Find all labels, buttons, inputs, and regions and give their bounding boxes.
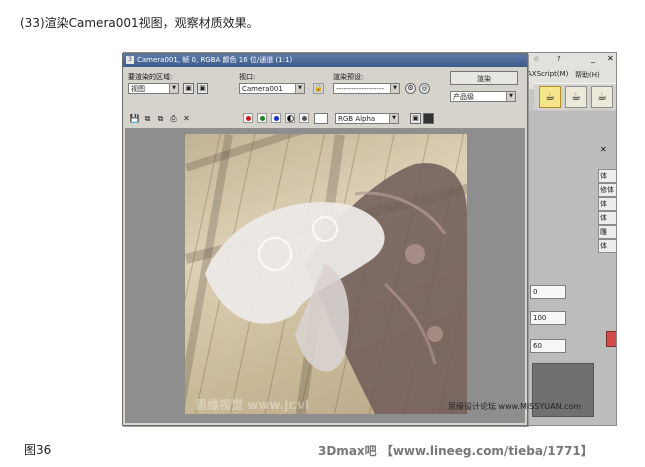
- credit-line: 3Dmax吧 【www.lineeg.com/tieba/1771】: [318, 444, 593, 458]
- minimize-icon[interactable]: _: [591, 54, 595, 63]
- menu-item-star[interactable]: ☆: [533, 55, 539, 63]
- chevron-down-icon: ▼: [295, 84, 304, 93]
- render-preset-dropdown[interactable]: ------------------- ▼: [333, 83, 400, 94]
- viewport-dropdown[interactable]: Camera001 ▼: [239, 83, 305, 94]
- green-channel-toggle[interactable]: [257, 113, 267, 123]
- faded-watermark: 思缘视觉 www.jr.vl: [195, 398, 310, 412]
- alpha-channel-icon: [287, 115, 294, 122]
- environment-icon[interactable]: ◎: [419, 83, 430, 94]
- render-area-dropdown[interactable]: 视图 ▼: [128, 83, 179, 94]
- close-icon[interactable]: ✕: [607, 54, 614, 63]
- clone-window-icon[interactable]: ⧉: [155, 113, 166, 124]
- frame-toolbar: 💾 ⧉ ⧉ ⎙ ✕ RGB Alpha ▼ ▣: [125, 113, 525, 127]
- tutorial-caption: (33)渲染Camera001视图，观察材质效果。: [20, 16, 259, 30]
- render-area-label: 要渲染的区域:: [128, 73, 173, 81]
- blue-channel-toggle[interactable]: [271, 113, 281, 123]
- green-channel-icon: [260, 116, 265, 121]
- toggle-ui-overlay-icon[interactable]: ▣: [410, 113, 421, 124]
- viewport-label: 视口:: [239, 73, 256, 81]
- quick-render-icon[interactable]: ☕: [565, 86, 587, 108]
- color-swatch[interactable]: [606, 331, 616, 347]
- render-preset-value: -------------------: [336, 85, 384, 93]
- panel-item[interactable]: 体: [598, 197, 616, 211]
- pixel-color-swatch[interactable]: [314, 113, 328, 124]
- image-watermark: 思缘设计论坛 www.MISSYUAN.com: [448, 402, 582, 411]
- render-area-value: 视图: [131, 85, 145, 93]
- red-channel-toggle[interactable]: [243, 113, 253, 123]
- clear-icon[interactable]: ✕: [181, 113, 192, 124]
- render-preset-label: 渲染预设:: [333, 73, 364, 81]
- spinner-field[interactable]: 100: [530, 311, 566, 325]
- rendered-frame-window: 3 Camera001, 帧 0, RGBA 颜色 16 位/通道 (1:1) …: [122, 53, 528, 426]
- window-titlebar: 3 Camera001, 帧 0, RGBA 颜色 16 位/通道 (1:1): [123, 54, 527, 67]
- menu-item-help[interactable]: 帮助(H): [575, 70, 600, 80]
- panel-item[interactable]: 体: [598, 239, 616, 253]
- panel-close-icon[interactable]: ✕: [600, 145, 607, 154]
- chevron-down-icon: ▼: [169, 84, 178, 93]
- red-channel-icon: [246, 116, 251, 121]
- chevron-down-icon: ▼: [389, 114, 398, 123]
- command-panel: ✕ ✕ ✕ 体 修体 体 体 雕 体 0 100 60: [526, 111, 616, 425]
- render-quality-dropdown[interactable]: 产品级 ▼: [450, 91, 516, 102]
- alpha-channel-toggle[interactable]: [285, 113, 295, 123]
- panel-item[interactable]: 体: [598, 169, 616, 183]
- window-title: Camera001, 帧 0, RGBA 颜色 16 位/通道 (1:1): [137, 56, 293, 64]
- spinner-field[interactable]: 0: [530, 285, 566, 299]
- blue-channel-icon: [274, 116, 279, 121]
- menu-item-axscript[interactable]: AXScript(M): [527, 70, 568, 78]
- render-last-icon[interactable]: ☕: [591, 86, 613, 108]
- panel-item[interactable]: 体: [598, 211, 616, 225]
- edit-region-icon[interactable]: ▣: [183, 83, 194, 94]
- auto-region-icon[interactable]: ▣: [197, 83, 208, 94]
- cloth-render: [205, 163, 467, 414]
- print-icon[interactable]: ⎙: [168, 113, 179, 124]
- monochrome-icon: [302, 116, 307, 121]
- render-button[interactable]: 渲染: [450, 71, 518, 85]
- viewport-value: Camera001: [242, 85, 283, 93]
- channel-display-dropdown[interactable]: RGB Alpha ▼: [335, 113, 399, 124]
- lock-icon[interactable]: 🔒: [313, 83, 324, 94]
- copy-icon[interactable]: ⧉: [142, 113, 153, 124]
- render-canvas-area: 思缘视觉 www.jr.vl: [125, 128, 525, 423]
- channel-display-value: RGB Alpha: [338, 115, 376, 123]
- render-setup-icon[interactable]: ⚙: [405, 83, 416, 94]
- rendered-image: 思缘视觉 www.jr.vl: [185, 134, 467, 414]
- monochrome-toggle[interactable]: [299, 113, 309, 123]
- chevron-down-icon: ▼: [506, 92, 515, 101]
- app-icon: 3: [126, 56, 134, 64]
- panel-item[interactable]: 雕: [598, 225, 616, 239]
- figure-caption: 图36: [24, 443, 52, 457]
- max-main-toolbar: ☕ ☕ ☕: [534, 83, 616, 110]
- chevron-down-icon: ▼: [390, 84, 399, 93]
- panel-item[interactable]: 修体: [598, 183, 616, 197]
- help-question-icon[interactable]: ?: [557, 55, 561, 63]
- render-teapot-icon[interactable]: ☕: [539, 86, 561, 108]
- toggle-ui-icon[interactable]: [423, 113, 434, 124]
- save-icon[interactable]: 💾: [129, 113, 140, 124]
- render-quality-value: 产品级: [453, 93, 474, 101]
- spinner-field[interactable]: 60: [530, 339, 566, 353]
